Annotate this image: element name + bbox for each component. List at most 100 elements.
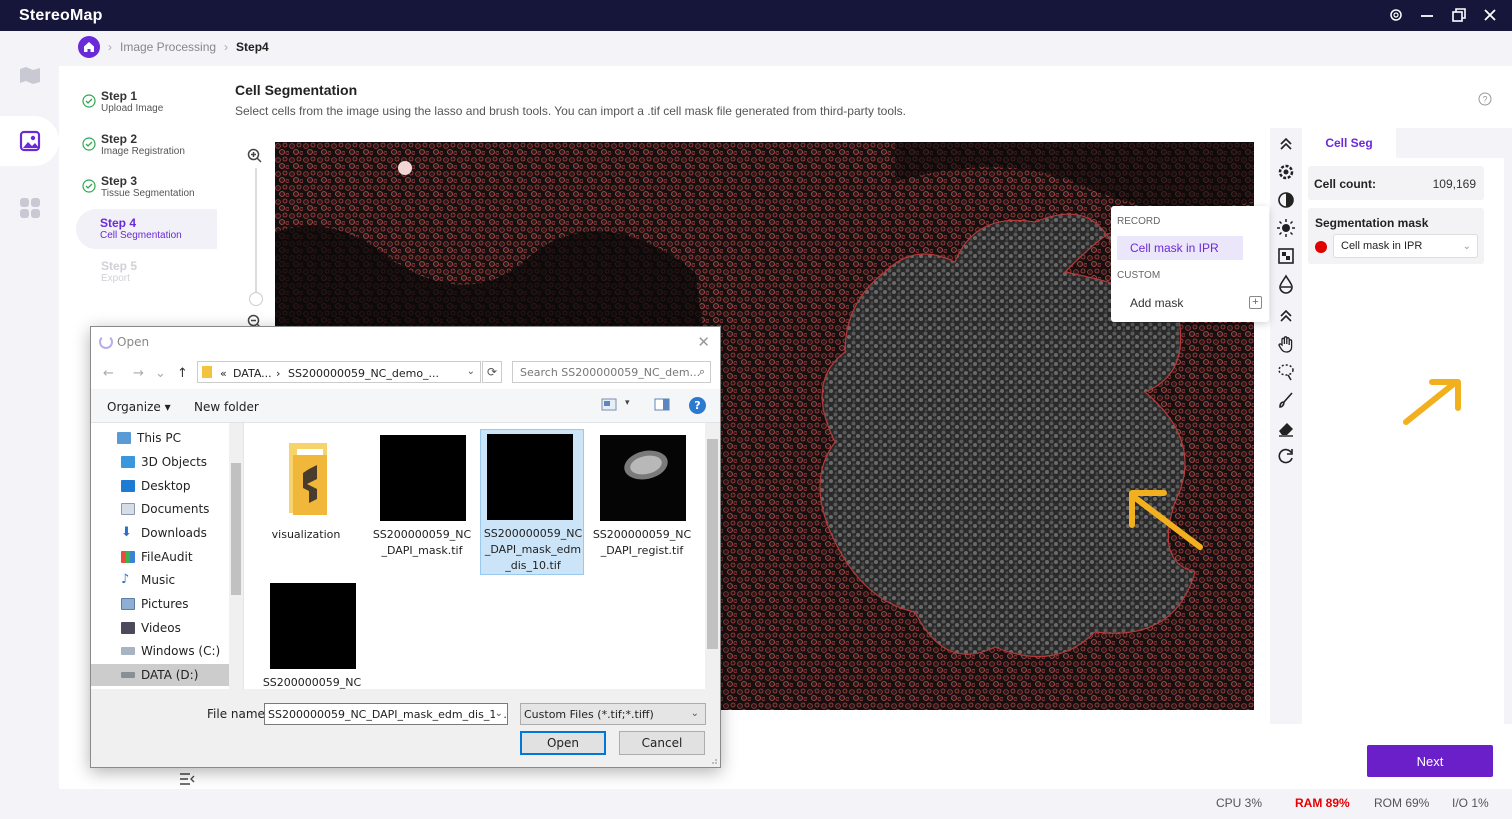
organize-button[interactable]: Organize ▾ <box>107 400 171 414</box>
nav-item-downloads[interactable]: ⬇ Downloads <box>121 522 239 544</box>
segmentation-mask-label: Segmentation mask <box>1315 216 1429 230</box>
new-folder-button[interactable]: New folder <box>194 400 259 414</box>
nav-item-videos[interactable]: Videos <box>121 617 239 639</box>
file-scroll-thumb[interactable] <box>707 439 718 649</box>
view-options-icon[interactable] <box>601 398 617 411</box>
address-bar[interactable]: « DATA... › SS200000059_NC_demo_... ⌄ <box>197 361 481 383</box>
step-4[interactable]: Step 4 Cell Segmentation <box>76 209 217 249</box>
close-icon[interactable] <box>1481 6 1499 24</box>
file-type-value: Custom Files (*.tif;*.tiff) <box>524 708 654 721</box>
restore-icon[interactable] <box>1450 6 1468 24</box>
dropdown-option-add-mask[interactable]: Add mask <box>1130 296 1183 310</box>
file-item-mask-edm[interactable]: SS200000059_NC_DAPI_mask_edm_dis_10.tif <box>480 429 584 575</box>
step-5: Step 5 Export <box>77 252 217 292</box>
nav-item-documents[interactable]: Documents <box>121 498 239 520</box>
dropdown-option-cell-mask[interactable]: Cell mask in IPR <box>1117 236 1243 260</box>
file-item-visualization[interactable]: visualization <box>254 429 358 575</box>
collapse-sidebar-icon[interactable] <box>179 772 195 786</box>
recent-chevron-icon[interactable]: ⌄ <box>155 366 166 381</box>
cancel-button[interactable]: Cancel <box>619 731 705 755</box>
collapse-up-icon[interactable] <box>1276 134 1296 154</box>
rail-map[interactable] <box>0 50 59 100</box>
gear-icon[interactable] <box>1276 162 1296 182</box>
drop-icon[interactable] <box>1276 274 1296 294</box>
nav-item-data-d[interactable]: DATA (D:) <box>91 664 229 686</box>
address-prefix: « <box>220 367 227 380</box>
mask-select[interactable]: Cell mask in IPR ⌄ <box>1333 234 1478 258</box>
collapse-up-icon[interactable] <box>1276 306 1296 326</box>
zoom-slider-track[interactable] <box>255 168 257 298</box>
desktop-icon <box>121 480 135 492</box>
nav-item-windows-c[interactable]: Windows (C:) <box>121 640 239 662</box>
dialog-help-icon[interactable]: ? <box>689 397 706 414</box>
step-title: Step 1 <box>101 89 138 103</box>
map-icon <box>19 67 40 84</box>
address-root[interactable]: DATA... <box>233 367 272 380</box>
nav-scroll-thumb[interactable] <box>231 463 241 595</box>
open-button[interactable]: Open <box>520 731 606 755</box>
svg-text:?: ? <box>1482 95 1487 105</box>
address-separator: › <box>276 367 281 380</box>
search-input[interactable]: Search SS200000059_NC_dem... ⌕ <box>512 361 711 383</box>
file-item-partial[interactable]: SS200000059_NC <box>260 577 364 689</box>
search-icon: ⌕ <box>698 365 705 378</box>
file-item-mask[interactable]: SS200000059_NC_DAPI_mask.tif <box>370 429 474 575</box>
step-2[interactable]: Step 2 Image Registration <box>77 125 217 165</box>
dialog-title-bar: Open ✕ <box>91 327 720 357</box>
home-icon[interactable] <box>78 36 100 58</box>
dialog-title: Open <box>117 335 150 349</box>
file-type-select[interactable]: Custom Files (*.tif;*.tiff) ⌄ <box>520 703 706 725</box>
image-processing-icon <box>19 130 40 152</box>
minimize-icon[interactable] <box>1418 6 1436 24</box>
rail-image-processing[interactable] <box>0 116 59 166</box>
grid-pattern-icon[interactable] <box>1276 246 1296 266</box>
nav-item-music[interactable]: ♪ Music <box>121 569 239 591</box>
zoom-in-icon[interactable] <box>247 148 263 164</box>
step-title: Step 2 <box>101 132 138 146</box>
step-title: Step 3 <box>101 174 138 188</box>
eraser-icon[interactable] <box>1276 418 1296 438</box>
resize-grip-icon[interactable] <box>710 757 718 765</box>
rail-apps[interactable] <box>0 183 59 233</box>
nav-item-pictures[interactable]: Pictures <box>121 593 239 615</box>
nav-item-fileaudit[interactable]: FileAudit <box>121 546 239 568</box>
status-rom: ROM 69% <box>1374 796 1430 810</box>
nav-item-desktop[interactable]: Desktop <box>121 475 239 497</box>
file-scrollbar[interactable] <box>705 423 720 689</box>
annotation-arrow-icon <box>1129 490 1203 550</box>
dialog-toolbar: Organize ▾ New folder ▾ ? <box>91 389 720 423</box>
zoom-slider-handle[interactable] <box>249 292 263 306</box>
settings-icon[interactable] <box>1387 6 1405 24</box>
reset-icon[interactable] <box>1276 446 1296 466</box>
nav-scrollbar[interactable] <box>229 423 243 689</box>
mask-color-dot[interactable] <box>1315 241 1327 253</box>
preview-pane-icon[interactable] <box>654 398 670 411</box>
dialog-close-icon[interactable]: ✕ <box>697 333 710 351</box>
refresh-icon[interactable]: ⟳ <box>482 361 502 383</box>
brightness-icon[interactable] <box>1276 218 1296 238</box>
brush-icon[interactable] <box>1276 390 1296 410</box>
nav-item-this-pc[interactable]: This PC <box>117 427 235 449</box>
file-name-input[interactable]: SS200000059_NC_DAPI_mask_edm_dis_10.tif … <box>264 703 508 725</box>
add-mask-icon[interactable]: + <box>1249 296 1262 309</box>
step-1[interactable]: Step 1 Upload Image <box>77 82 217 122</box>
hand-icon[interactable] <box>1276 334 1296 354</box>
view-chevron-icon[interactable]: ▾ <box>625 398 630 408</box>
up-icon[interactable]: ↑ <box>177 366 188 381</box>
help-icon[interactable]: ? <box>1478 92 1492 106</box>
dropdown-group-custom: CUSTOM <box>1117 270 1161 281</box>
next-button[interactable]: Next <box>1367 745 1493 777</box>
nav-item-3d-objects[interactable]: 3D Objects <box>121 451 239 473</box>
tab-cell-seg[interactable]: Cell Seg <box>1302 128 1396 158</box>
chevron-down-icon[interactable]: ⌄ <box>467 366 475 377</box>
chevron-down-icon[interactable]: ⌄ <box>494 708 503 719</box>
address-folder[interactable]: SS200000059_NC_demo_... <box>288 367 439 380</box>
file-item-regist[interactable]: SS200000059_NC_DAPI_regist.tif <box>590 429 694 575</box>
chevron-down-icon: ⌄ <box>1462 241 1471 252</box>
lasso-icon[interactable] <box>1276 362 1296 382</box>
contrast-icon[interactable] <box>1276 190 1296 210</box>
step-3[interactable]: Step 3 Tissue Segmentation <box>77 167 217 207</box>
breadcrumb-item[interactable]: Image Processing <box>120 40 216 54</box>
forward-icon[interactable]: → <box>133 366 144 381</box>
back-icon[interactable]: ← <box>103 366 114 381</box>
